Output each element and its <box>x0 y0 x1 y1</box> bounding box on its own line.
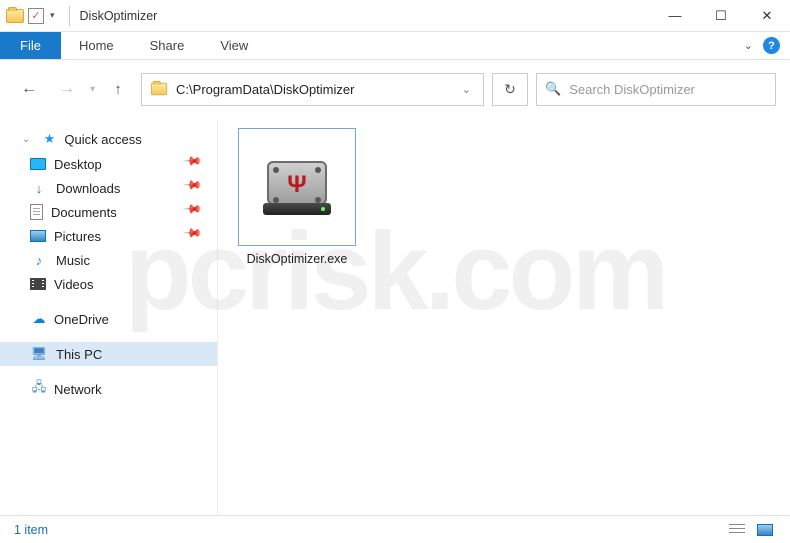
sidebar-item-label: OneDrive <box>54 312 109 327</box>
sidebar-item-music[interactable]: ♪ Music <box>0 248 217 272</box>
documents-icon <box>30 204 43 220</box>
nav-pane[interactable]: ⌄ ★ Quick access Desktop 📌 ↓ Downloads 📌… <box>0 118 218 515</box>
chevron-down-icon[interactable]: ⌄ <box>18 134 34 145</box>
quick-access-header[interactable]: ⌄ ★ Quick access <box>0 126 217 152</box>
divider <box>69 6 70 26</box>
qat-dropdown-icon[interactable]: ▾ <box>48 10 57 21</box>
address-dropdown-icon[interactable]: ⌄ <box>458 83 475 96</box>
pin-icon: 📌 <box>182 199 208 225</box>
client-area: ⌄ ★ Quick access Desktop 📌 ↓ Downloads 📌… <box>0 118 790 515</box>
sidebar-item-label: Documents <box>51 205 117 220</box>
pictures-icon <box>30 230 46 242</box>
star-icon: ★ <box>40 131 58 147</box>
onedrive-icon: ☁ <box>30 311 48 327</box>
sidebar-item-label: Downloads <box>56 181 120 196</box>
sidebar-item-label: Music <box>56 253 90 268</box>
sidebar-item-videos[interactable]: Videos <box>0 272 217 296</box>
history-dropdown-icon[interactable]: ▾ <box>90 84 95 95</box>
forward-button[interactable]: → <box>52 74 82 104</box>
videos-icon <box>30 278 46 290</box>
sidebar-item-onedrive[interactable]: ☁ OneDrive <box>0 306 217 332</box>
desktop-icon <box>30 158 46 170</box>
sidebar-item-label: Pictures <box>54 229 101 244</box>
view-switcher <box>726 521 776 539</box>
status-bar: 1 item <box>0 515 790 543</box>
ribbon-collapse-icon[interactable]: ⌄ <box>744 39 753 52</box>
network-icon: 🖧 <box>30 381 48 397</box>
ribbon-tabs: File Home Share View ⌄ ? <box>0 32 790 60</box>
downloads-icon: ↓ <box>30 180 48 196</box>
address-bar[interactable]: ⌄ <box>141 73 484 106</box>
minimize-button[interactable]: — <box>652 0 698 32</box>
address-input[interactable] <box>176 82 450 97</box>
window-title: DiskOptimizer <box>76 9 158 23</box>
item-count: 1 item <box>14 523 48 537</box>
maximize-button[interactable]: ☐ <box>698 0 744 32</box>
search-box[interactable]: 🔍 <box>536 73 776 106</box>
file-list[interactable]: Ψ DiskOptimizer.exe <box>218 118 790 515</box>
disk-drive-icon: Ψ <box>261 155 333 219</box>
window-controls: — ☐ ✕ <box>652 0 790 32</box>
file-tab[interactable]: File <box>0 32 61 59</box>
quick-access-label: Quick access <box>64 132 141 147</box>
title-bar: ✓ ▾ DiskOptimizer — ☐ ✕ <box>0 0 790 32</box>
tab-view[interactable]: View <box>202 32 266 59</box>
qat: ✓ ▾ <box>0 8 63 24</box>
sidebar-item-label: This PC <box>56 347 102 362</box>
file-name: DiskOptimizer.exe <box>232 252 362 266</box>
tab-home[interactable]: Home <box>61 32 132 59</box>
properties-icon[interactable]: ✓ <box>28 8 44 24</box>
refresh-button[interactable]: ↻ <box>492 73 528 106</box>
up-button[interactable]: ↑ <box>103 74 133 104</box>
folder-icon <box>6 8 24 24</box>
pin-icon: 📌 <box>182 175 208 201</box>
help-icon[interactable]: ? <box>763 37 780 54</box>
sidebar-item-documents[interactable]: Documents 📌 <box>0 200 217 224</box>
folder-icon <box>150 81 168 97</box>
search-input[interactable] <box>569 82 767 97</box>
sidebar-item-network[interactable]: 🖧 Network <box>0 376 217 402</box>
sidebar-item-desktop[interactable]: Desktop 📌 <box>0 152 217 176</box>
music-icon: ♪ <box>30 252 48 268</box>
close-button[interactable]: ✕ <box>744 0 790 32</box>
nav-toolbar: ← → ▾ ↑ ⌄ ↻ 🔍 <box>0 60 790 118</box>
sidebar-item-label: Desktop <box>54 157 102 172</box>
sidebar-item-pictures[interactable]: Pictures 📌 <box>0 224 217 248</box>
sidebar-item-downloads[interactable]: ↓ Downloads 📌 <box>0 176 217 200</box>
back-button[interactable]: ← <box>14 74 44 104</box>
pin-icon: 📌 <box>182 151 208 177</box>
pin-icon: 📌 <box>182 223 208 249</box>
details-view-button[interactable] <box>726 521 748 539</box>
thispc-icon: 🖥 <box>30 346 48 362</box>
file-thumbnail: Ψ <box>238 128 356 246</box>
search-icon: 🔍 <box>545 81 561 97</box>
large-icons-view-button[interactable] <box>754 521 776 539</box>
file-item[interactable]: Ψ DiskOptimizer.exe <box>232 128 362 266</box>
sidebar-item-thispc[interactable]: 🖥 This PC <box>0 342 217 366</box>
sidebar-item-label: Videos <box>54 277 94 292</box>
tab-share[interactable]: Share <box>132 32 203 59</box>
ribbon-right: ⌄ ? <box>744 32 790 59</box>
sidebar-item-label: Network <box>54 382 102 397</box>
